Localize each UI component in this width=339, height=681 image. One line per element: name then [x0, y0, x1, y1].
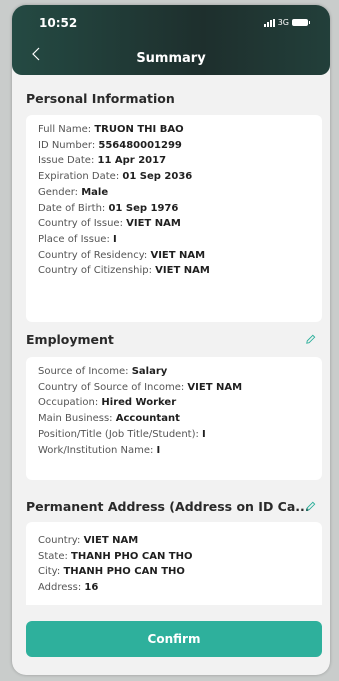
address-rows: Country: VIET NAM State: THANH PHO CAN TH…	[26, 533, 322, 596]
info-label: Position/Title (Job Title/Student):	[38, 428, 199, 440]
info-value: I	[156, 444, 161, 456]
employment-rows: Source of Income: Salary Country of Sourc…	[26, 364, 322, 458]
info-value: THANH PHO CAN THO	[63, 566, 185, 578]
phone-screen: 10:52 3G Summary Personal Information Fu…	[12, 5, 330, 675]
info-row: Main Business: Accountant	[26, 411, 322, 427]
info-label: Full Name:	[38, 124, 92, 135]
status-icons: 3G	[263, 18, 310, 27]
info-label: Work/Institution Name:	[38, 444, 154, 456]
info-row: Date of Birth: 01 Sep 1976	[26, 201, 322, 217]
employment-card: Source of Income: Salary Country of Sourc…	[26, 357, 322, 480]
info-label: Main Business:	[38, 413, 113, 425]
info-label: Country of Citizenship:	[38, 265, 152, 277]
info-value: 01 Sep 1976	[108, 202, 179, 214]
info-label: City:	[38, 566, 61, 578]
info-row: Country of Citizenship: VIET NAM	[26, 263, 322, 279]
info-row: Country: VIET NAM	[26, 533, 322, 549]
personal-info-card: Full Name: TRUON THI BAO ID Number: 55648…	[26, 115, 322, 322]
personal-rows: Full Name: TRUON THI BAO ID Number: 55648…	[26, 122, 322, 279]
info-row: City: THANH PHO CAN THO	[26, 564, 322, 580]
info-row: Place of Issue: I	[26, 232, 322, 248]
info-value: VIET NAM	[155, 265, 210, 277]
summary-content[interactable]: Personal Information Full Name: TRUON TH…	[12, 75, 330, 605]
info-value: THANH PHO CAN THO	[71, 550, 193, 562]
battery-icon	[292, 19, 310, 26]
info-value: VIET NAM	[187, 381, 243, 393]
info-value: 556480001299	[98, 139, 182, 151]
info-label: Country of Issue:	[38, 218, 123, 230]
personal-info-heading: Personal Information	[26, 91, 175, 106]
info-label: ID Number:	[38, 139, 96, 151]
edit-address-icon[interactable]	[304, 500, 317, 513]
info-value: VIET NAM	[150, 249, 206, 261]
edit-employment-icon[interactable]	[304, 333, 317, 346]
info-value: I	[113, 233, 117, 245]
info-value: 11 Apr 2017	[97, 155, 167, 167]
app-header: 10:52 3G Summary	[12, 5, 330, 75]
address-heading: Permanent Address (Address on ID Ca...	[26, 499, 310, 514]
info-label: Gender:	[38, 186, 79, 198]
info-row: Country of Residency: VIET NAM	[26, 248, 322, 264]
info-row: Country of Issue: VIET NAM	[26, 216, 322, 232]
employment-heading: Employment	[26, 332, 114, 347]
info-label: Country of Residency:	[38, 249, 148, 261]
info-row: Source of Income: Salary	[26, 364, 322, 380]
info-value: 16	[84, 582, 99, 594]
network-type: 3G	[277, 18, 289, 27]
info-row: Position/Title (Job Title/Student): I	[26, 427, 322, 443]
info-label: Source of Income:	[38, 366, 129, 377]
info-row: State: THANH PHO CAN THO	[26, 549, 322, 565]
info-label: State:	[38, 550, 68, 562]
info-label: Address:	[38, 582, 82, 594]
info-row: Issue Date: 11 Apr 2017	[26, 153, 322, 169]
confirm-button[interactable]: Confirm	[26, 621, 322, 657]
signal-icon	[263, 18, 275, 27]
info-value: Accountant	[115, 413, 180, 425]
info-row: Work/Institution Name: I	[26, 443, 322, 459]
info-row: Country of Source of Income: VIET NAM	[26, 380, 322, 396]
info-row: Expiration Date: 01 Sep 2036	[26, 169, 322, 185]
info-label: Place of Issue:	[38, 233, 110, 245]
address-card: Country: VIET NAM State: THANH PHO CAN TH…	[26, 522, 322, 605]
info-value: Hired Worker	[101, 397, 177, 409]
info-label: Date of Birth:	[38, 202, 106, 214]
info-value: 01 Sep 2036	[122, 171, 193, 183]
info-label: Occupation:	[38, 397, 99, 409]
page-title: Summary	[136, 51, 206, 66]
info-row: Occupation: Hired Worker	[26, 395, 322, 411]
info-value: Salary	[131, 366, 168, 377]
info-label: Country of Source of Income:	[38, 381, 185, 393]
info-row: ID Number: 556480001299	[26, 138, 322, 154]
info-value: VIET NAM	[83, 535, 139, 546]
info-value: I	[202, 428, 206, 440]
info-value: TRUON THI BAO	[94, 124, 184, 135]
info-label: Country:	[38, 535, 81, 546]
info-row: Full Name: TRUON THI BAO	[26, 122, 322, 138]
info-value: Male	[81, 186, 109, 198]
info-label: Issue Date:	[38, 155, 95, 167]
info-value: VIET NAM	[126, 218, 181, 230]
status-time: 10:52	[39, 16, 78, 30]
info-row: Gender: Male	[26, 185, 322, 201]
info-row: Address: 16	[26, 580, 322, 596]
info-label: Expiration Date:	[38, 171, 120, 183]
